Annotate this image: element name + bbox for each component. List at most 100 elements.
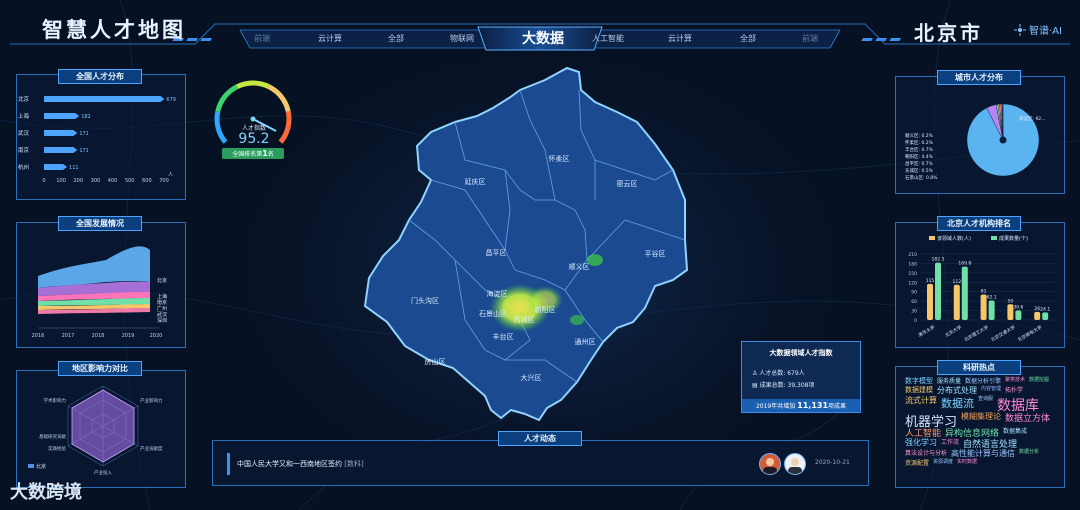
info-card-results-text: 成果总数: 39,308项: [759, 382, 815, 389]
talent-index-card: 大数据领域人才指数 ♙ 人才总数: 679人 ▤ 成果总数: 39,308项 2…: [741, 341, 861, 413]
nav-item-cloud-left[interactable]: 云计算: [318, 33, 342, 44]
hot-topic-word[interactable]: 流式计算: [905, 395, 937, 406]
x-label-0: 清华大学: [917, 323, 937, 338]
legend-swatch-results: [991, 236, 997, 240]
hot-topic-word[interactable]: 数据挖掘: [1029, 376, 1049, 383]
national-distribution-chart: 北京 679 上海 182 武汉 171 南京 171 杭州 111 0 100 200 300 400 50…: [18, 95, 176, 184]
hot-topic-word[interactable]: 模糊集理论: [961, 411, 1001, 422]
bar-4: [44, 164, 68, 170]
panel-title-city-distribution: 城市人才分布: [937, 70, 1021, 85]
radar-axis-industry-contribution: 产业贡献度: [140, 445, 163, 452]
nav-item-frontend-left[interactable]: 前端: [254, 33, 270, 44]
avatar-person-1[interactable]: [759, 453, 781, 475]
hot-topic-word[interactable]: 查询服: [978, 395, 993, 402]
hot-topic-word[interactable]: 数据分析: [1019, 448, 1039, 455]
y-tick-2: 60: [911, 299, 917, 305]
gauge-segment-1: [215, 84, 239, 113]
radar-area-beijing: [71, 389, 135, 463]
bar-1-1: [961, 266, 968, 320]
nav-item-iot[interactable]: 物联网: [450, 33, 474, 44]
dev-legend-shanghai: 上海: [157, 293, 167, 300]
pie-label-left-0: 顺义区: 0.2%: [905, 133, 934, 139]
dev-legend-beijing: 北京: [157, 277, 167, 284]
bar-2-1: [988, 300, 995, 320]
panel-title-talent-news: 人才动态: [498, 431, 582, 446]
x-label-2: 北京理工大学: [963, 323, 990, 343]
legend-results: 成果数量(个): [999, 235, 1028, 242]
map-label-fengtai: 丰台区: [493, 332, 514, 341]
tick-7: 700: [159, 178, 169, 184]
map-label-changping: 昌平区: [486, 249, 507, 257]
nav-item-bigdata-active[interactable]: 大数据: [488, 28, 598, 50]
hot-topic-word[interactable]: 资源调度: [933, 458, 953, 465]
gauge-value: 95.2: [238, 131, 270, 147]
bar-0-0: [927, 283, 933, 320]
bar-label-3: 南京: [18, 146, 30, 154]
map-label-tongzhou: 通州区: [575, 337, 596, 346]
map-label-huairou: 怀柔区: [549, 154, 570, 163]
national-development-streamgraph: 2016 2017 2018 2019 2020 北京 上海 南京 广州 武汉 …: [32, 246, 167, 339]
bar-label-2: 武汉: [18, 129, 30, 137]
tick-0: 0: [42, 178, 45, 184]
info-card-results: ▤ 成果总数: 39,308项: [752, 380, 815, 389]
x-label-1: 北京大学: [944, 323, 964, 338]
news-item[interactable]: 中国人民大学又和一西南地区签约 [数科]: [237, 459, 364, 469]
panel-title-institution-ranking: 北京人才机构排名: [937, 216, 1021, 231]
news-accent-bar: [227, 453, 230, 475]
map-label-daxing: 大兴区: [521, 373, 542, 382]
bar-value-3-1: 30.6: [1013, 304, 1023, 310]
rank-badge-suffix: 名: [267, 151, 274, 158]
dev-year-2018: 2018: [92, 333, 105, 339]
hot-topic-word[interactable]: 数据分析引擎: [965, 376, 1001, 385]
hot-topic-word[interactable]: 服务质量: [937, 376, 961, 385]
hot-topic-word[interactable]: 聚类技术: [1005, 376, 1025, 383]
gauge-hub: [250, 116, 256, 122]
hot-topic-word[interactable]: 强化学习: [905, 437, 937, 448]
hot-topic-word[interactable]: 数据集成: [1003, 426, 1027, 435]
hot-topic-word[interactable]: 实时数据: [957, 458, 977, 465]
info-card-title: 大数据领域人才指数: [769, 349, 833, 357]
tick-4: 400: [108, 178, 118, 184]
tick-1: 100: [56, 178, 66, 184]
y-tick-6: 180: [908, 261, 917, 267]
bar-3: [44, 147, 78, 153]
avatar-person-2-image: [788, 458, 802, 474]
nav-item-all-left[interactable]: 全部: [388, 33, 404, 44]
beijing-map[interactable]: 延庆区 怀柔区 密云区 昌平区 顺义区 平谷区 门头沟区 海淀区 朝阳区 石景山…: [355, 60, 715, 430]
info-card-footer: 2019年共增加 11,131项成果: [742, 399, 860, 412]
map-label-shijingshan: 石景山区: [479, 309, 507, 318]
pie-label-right: 海淀区: 92...: [1019, 115, 1045, 122]
hot-topic-word[interactable]: 数据立方体: [1005, 411, 1050, 424]
map-label-fangshan: 房山区: [425, 357, 446, 366]
y-tick-0: 0: [914, 318, 917, 324]
nav-item-cloud-right[interactable]: 云计算: [668, 33, 692, 44]
nav-item-ai[interactable]: 人工智能: [592, 33, 624, 44]
gauge-segment-3: [267, 84, 291, 113]
hot-topic-word[interactable]: 数据流: [941, 395, 974, 411]
pie-label-left-4: 昌平区: 0.7%: [905, 161, 934, 167]
radar-axis-industry-input: 产业投入: [94, 469, 112, 476]
nav-item-all-right[interactable]: 全部: [740, 33, 756, 44]
bar-4-0: [1034, 311, 1041, 320]
radar-axis-basic-research: 基础研究贡献: [39, 433, 66, 440]
news-tag: [数科]: [344, 460, 364, 468]
hot-topic-word[interactable]: 数据建模: [905, 385, 933, 395]
tick-3: 300: [91, 178, 101, 184]
info-card-footer-number: 11,131: [797, 401, 829, 410]
hot-topic-word[interactable]: 资源配置: [905, 458, 929, 467]
map-label-mentougou: 门头沟区: [411, 296, 439, 305]
hot-topic-word[interactable]: 拓扑学: [1005, 385, 1023, 394]
legend-swatch-people: [929, 236, 935, 240]
rank-badge: 全国排名第1名: [222, 148, 284, 159]
hot-topic-word[interactable]: 内容管理: [981, 385, 1001, 392]
pie-label-left-2: 丰台区: 0.7%: [905, 146, 934, 153]
bar-value-3: 171: [79, 148, 89, 154]
rank-badge-prefix: 全国排名第: [232, 151, 263, 158]
hot-topic-word[interactable]: 算法设计与分析: [905, 448, 947, 457]
nav-item-frontend-right[interactable]: 前端: [802, 33, 818, 44]
bar-value-1-0: 112: [953, 279, 962, 285]
hot-topic-word[interactable]: 工作流: [941, 437, 959, 446]
dev-year-2017: 2017: [62, 333, 75, 339]
avatar-person-2[interactable]: [784, 453, 806, 475]
brand-icon: [1014, 24, 1026, 36]
